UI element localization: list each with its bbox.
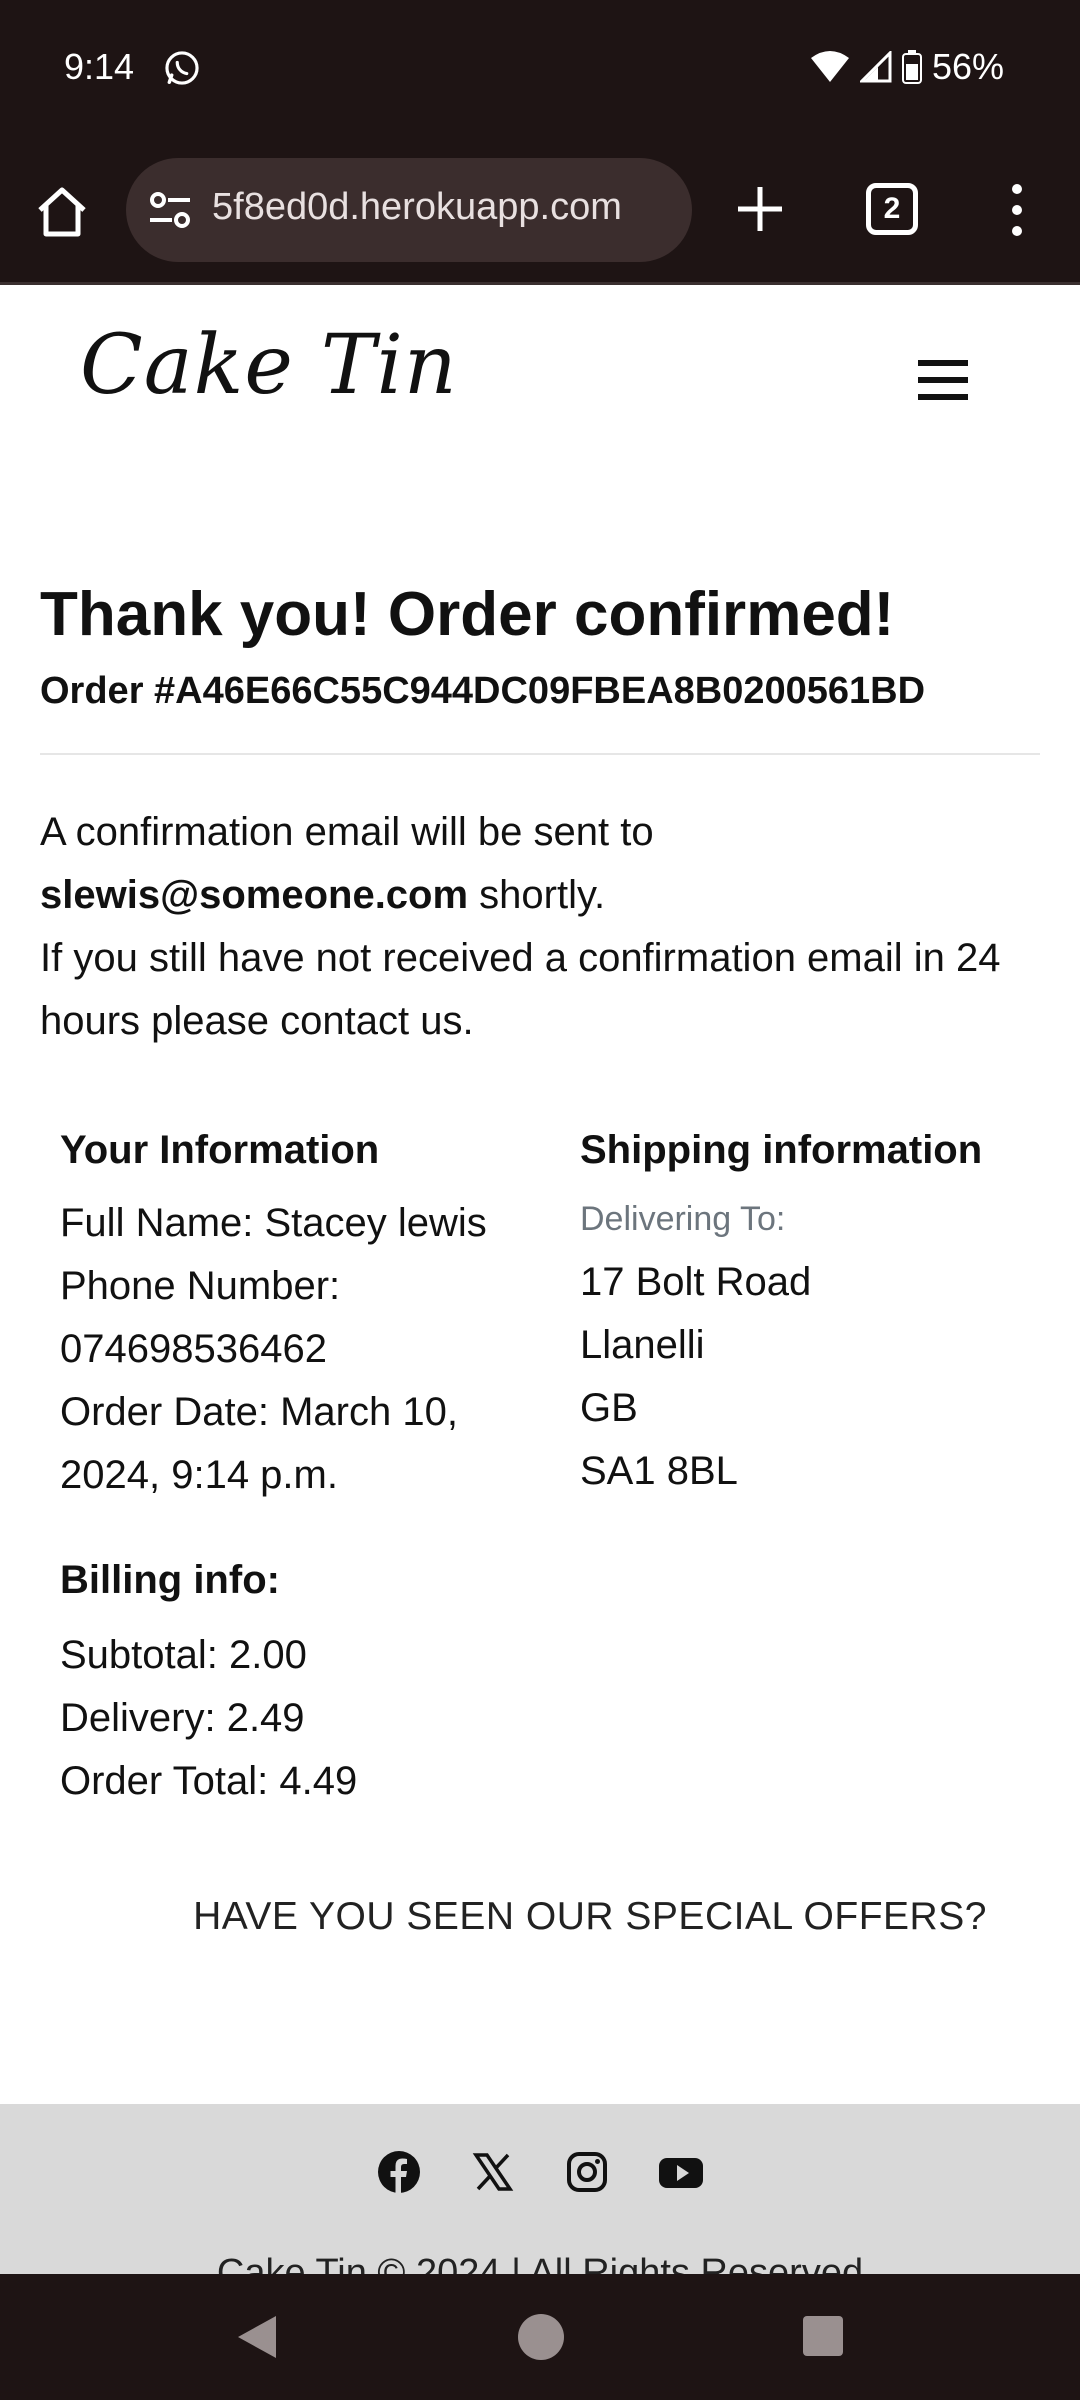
address-postcode: SA1 8BL [580, 1449, 738, 1493]
page-title: Thank you! Order confirmed! [40, 580, 895, 649]
customer-email: slewis@someone.com [40, 873, 469, 917]
facebook-icon[interactable] [377, 2150, 421, 2194]
delivery-cost: Delivery: 2.49 [60, 1696, 305, 1740]
address-line1: 17 Bolt Road [580, 1260, 812, 1304]
order-total: Order Total: 4.49 [60, 1759, 358, 1803]
instagram-icon[interactable] [565, 2150, 609, 2194]
address-bar[interactable]: 5f8ed0d.herokuapp.com [126, 158, 692, 262]
cell-signal-icon [859, 51, 892, 83]
message-part1: A confirmation email will be sent to [40, 810, 654, 854]
order-date-line1: Order Date: March 10, [60, 1390, 458, 1434]
divider [40, 753, 1040, 755]
shipping-heading: Shipping information [580, 1128, 983, 1172]
phone-value: 074698536462 [60, 1327, 327, 1371]
hamburger-icon[interactable] [918, 360, 968, 400]
site-header: Cake Tin [0, 288, 1080, 468]
tab-switcher-button[interactable]: 2 [866, 183, 918, 235]
billing-heading: Billing info: [60, 1558, 280, 1602]
recents-icon[interactable] [803, 2316, 843, 2356]
your-information-heading: Your Information [60, 1128, 380, 1172]
site-settings-icon[interactable] [148, 190, 192, 230]
system-nav-bar [0, 2274, 1080, 2400]
footer-copyright: Cake Tin © 2024 | All Rights Reserved [216, 2252, 864, 2274]
your-information: Your Information Full Name: Stacey lewis… [60, 1120, 560, 1507]
url-text: 5f8ed0d.herokuapp.com [212, 186, 622, 228]
youtube-icon[interactable] [659, 2150, 703, 2194]
whatsapp-icon [165, 51, 199, 85]
home-nav-icon[interactable] [518, 2314, 564, 2360]
message-part3: If you still have not received a confirm… [40, 936, 1001, 1043]
site-footer: Cake Tin © 2024 | All Rights Reserved [0, 2104, 1080, 2274]
new-tab-icon[interactable] [734, 183, 786, 235]
x-icon[interactable] [471, 2150, 515, 2194]
wifi-icon [810, 51, 849, 82]
site-logo[interactable]: Cake Tin [80, 318, 458, 413]
order-number: Order #A46E66C55C944DC09FBEA8B0200561BD [40, 670, 926, 712]
address-country: GB [580, 1386, 638, 1430]
home-icon[interactable] [34, 184, 90, 240]
shipping-information: Shipping information Delivering To: 17 B… [580, 1120, 1080, 1503]
order-confirmation: Thank you! Order confirmed! Order #A46E6… [40, 570, 1040, 1053]
order-date-line2: 2024, 9:14 p.m. [60, 1453, 338, 1497]
full-name: Full Name: Stacey lewis [60, 1201, 487, 1245]
browser-toolbar: 5f8ed0d.herokuapp.com 2 [0, 135, 1080, 285]
more-options-icon[interactable] [1000, 181, 1034, 239]
status-bar: 9:14 56% [0, 0, 1080, 135]
delivering-label: Delivering To: [580, 1200, 786, 1238]
subtotal: Subtotal: 2.00 [60, 1633, 307, 1677]
battery-icon [901, 50, 922, 84]
social-links [0, 2150, 1080, 2194]
special-offers-link[interactable]: HAVE YOU SEEN OUR SPECIAL OFFERS? [0, 1895, 1080, 1939]
status-time: 9:14 [64, 46, 135, 87]
back-icon[interactable] [236, 2314, 278, 2360]
billing-info: Billing info: Subtotal: 2.00 Delivery: 2… [60, 1550, 660, 1813]
phone-label: Phone Number: [60, 1264, 341, 1308]
address-city: Llanelli [580, 1323, 705, 1367]
message-part2: shortly. [479, 873, 606, 917]
battery-percent: 56% [931, 46, 1004, 87]
confirmation-message: A confirmation email will be sent to sle… [40, 801, 1040, 1053]
status-indicators: 56% [810, 46, 1004, 88]
